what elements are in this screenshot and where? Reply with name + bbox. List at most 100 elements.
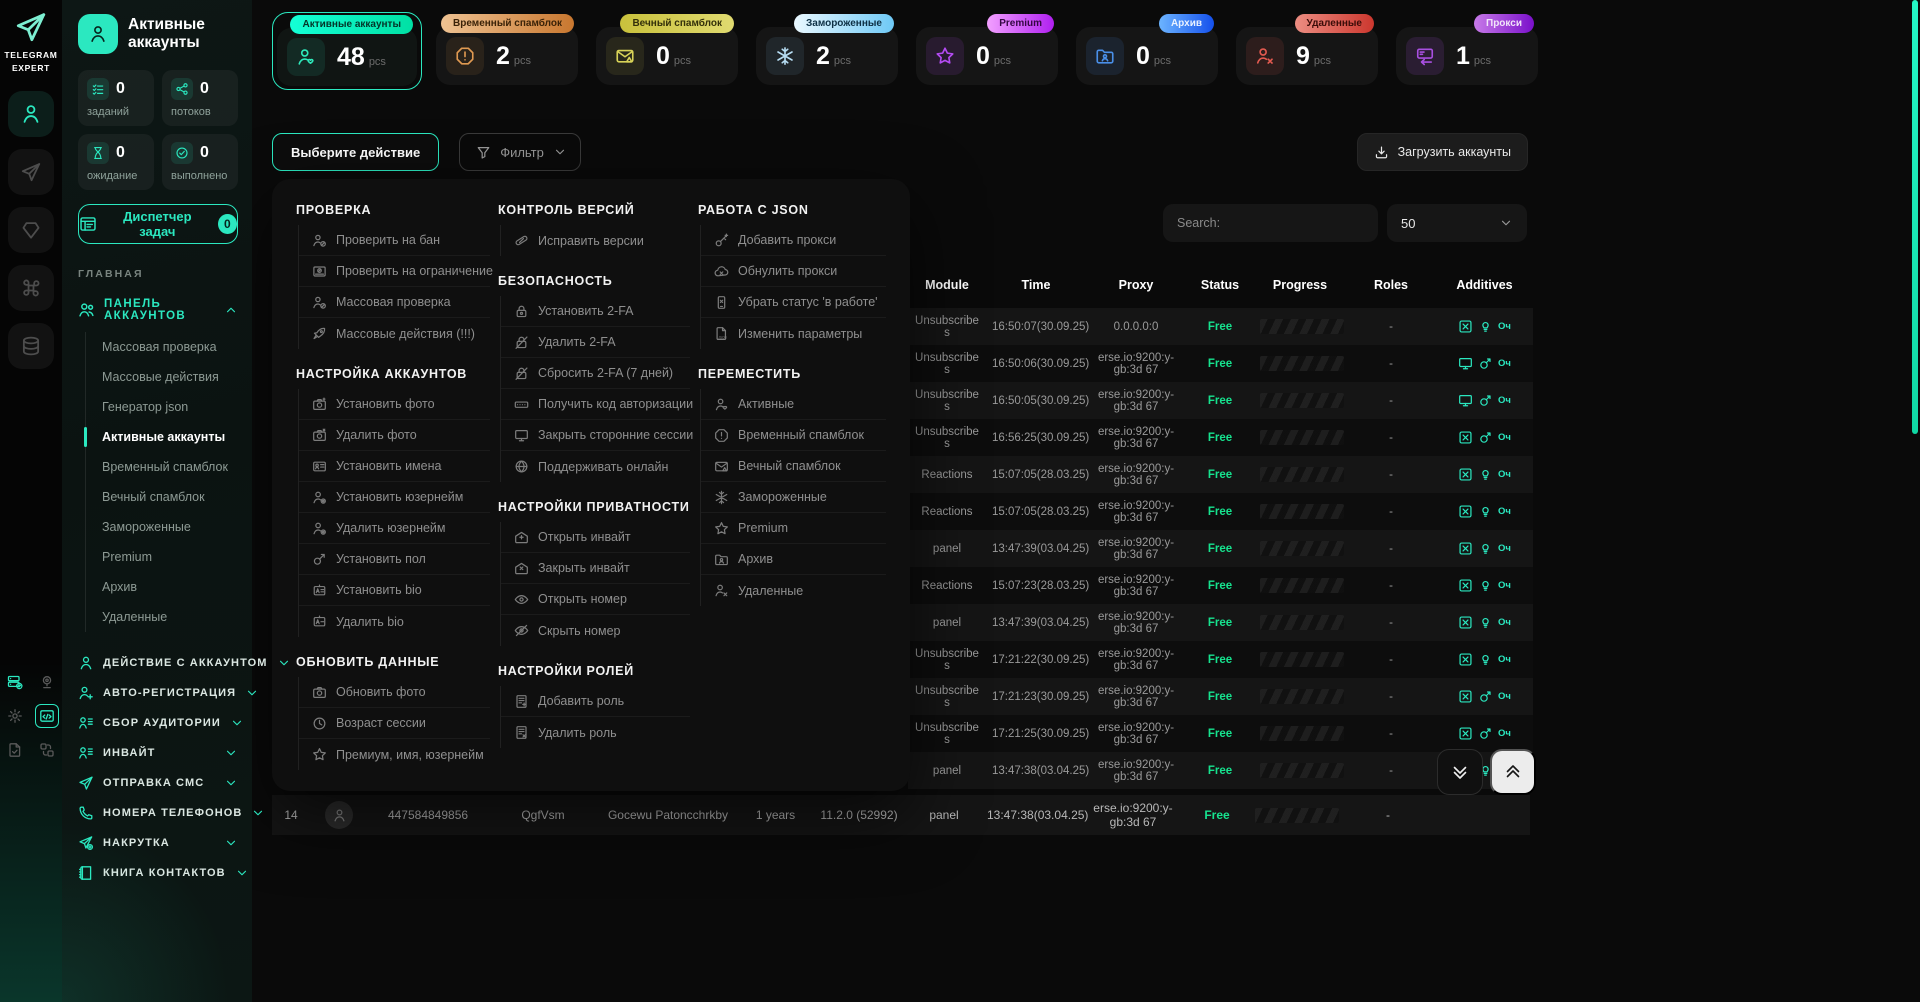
table-row[interactable]: Unsubscribes16:50:05(30.09.25)erse.io:92…	[908, 382, 1533, 419]
menu-item[interactable]: Открыть номер	[501, 584, 690, 615]
status-card-удаленные[interactable]: Удаленные9pcs	[1232, 12, 1382, 90]
off-additive[interactable]: Оч	[1498, 506, 1511, 517]
table-row[interactable]: Unsubscribes16:56:25(30.09.25)erse.io:92…	[908, 419, 1533, 456]
menu-item[interactable]: Премиум, имя, юзернейм	[299, 739, 490, 770]
bulb-icon[interactable]	[1478, 652, 1493, 667]
search-input[interactable]	[1163, 204, 1378, 242]
rail-item-send[interactable]	[8, 149, 54, 195]
x-square-icon[interactable]	[1458, 467, 1473, 482]
menu-item[interactable]: Удалить юзернейм	[299, 513, 490, 544]
off-additive[interactable]: Оч	[1498, 728, 1511, 739]
menu-item[interactable]: Массовая проверка	[299, 287, 490, 318]
bulb-icon[interactable]	[1478, 319, 1493, 334]
x-square-icon[interactable]	[1458, 652, 1473, 667]
menu-item[interactable]: Удалить фото	[299, 420, 490, 451]
menu-item[interactable]: Обновить фото	[299, 677, 490, 708]
menu-item[interactable]: Удалить 2-FA	[501, 327, 690, 358]
status-card-вечный-спамблок[interactable]: Вечный спамблок0pcs	[592, 12, 742, 90]
off-additive[interactable]: Оч	[1498, 358, 1511, 369]
menu-item[interactable]: Установить фото	[299, 389, 490, 420]
sidebar-section-отправка-смс[interactable]: ОТПРАВКА СМС	[78, 768, 238, 798]
menu-item[interactable]: Установить 2-FA	[501, 296, 690, 327]
monitor-icon[interactable]	[1458, 356, 1473, 371]
menu-item[interactable]: Проверить на бан	[299, 225, 490, 256]
menu-item[interactable]: Обнулить прокси	[701, 256, 886, 287]
menu-item[interactable]: Установить bio	[299, 575, 490, 606]
menu-item[interactable]: Активные	[701, 389, 886, 420]
bulb-icon[interactable]	[1478, 615, 1493, 630]
table-row[interactable]: Reactions15:07:05(28.03.25)erse.io:9200:…	[908, 456, 1533, 493]
table-row[interactable]: Unsubscribes16:50:06(30.09.25)erse.io:92…	[908, 345, 1533, 382]
x-square-icon[interactable]	[1458, 430, 1473, 445]
status-card-архив[interactable]: Архив0pcs	[1072, 12, 1222, 90]
x-square-icon[interactable]	[1458, 615, 1473, 630]
sidebar-subitem[interactable]: Premium	[86, 542, 238, 572]
sidebar-subitem[interactable]: Временный спамблок	[86, 452, 238, 482]
rail-item-person[interactable]	[8, 91, 54, 137]
table-row[interactable]: Unsubscribes17:21:23(30.09.25)erse.io:92…	[908, 678, 1533, 715]
table-row[interactable]: panel13:47:39(03.04.25)erse.io:9200:y-gb…	[908, 604, 1533, 641]
menu-item[interactable]: Сбросить 2-FA (7 дней)	[501, 358, 690, 389]
sidebar-subitem[interactable]: Массовая проверка	[86, 332, 238, 362]
bulb-icon[interactable]	[1478, 467, 1493, 482]
menu-item[interactable]: Получить код авторизации	[501, 389, 690, 420]
status-card-прокси[interactable]: Прокси1pcs	[1392, 12, 1542, 90]
menu-item[interactable]: Закрыть сторонние сессии	[501, 420, 690, 451]
status-card-активные-аккаунты[interactable]: Активные аккаунты48pcs	[272, 12, 422, 90]
table-row[interactable]: Unsubscribes17:21:22(30.09.25)erse.io:92…	[908, 641, 1533, 678]
rail-tool-webcam[interactable]	[35, 670, 59, 694]
off-additive[interactable]: Оч	[1498, 691, 1511, 702]
sidebar-subitem[interactable]: Замороженные	[86, 512, 238, 542]
x-square-icon[interactable]	[1458, 504, 1473, 519]
off-additive[interactable]: Оч	[1498, 395, 1511, 406]
rail-item-gem[interactable]	[8, 207, 54, 253]
menu-item[interactable]: Скрыть номер	[501, 615, 690, 646]
table-row-partial[interactable]: 14447584849856QgfVsmGocewu Patoncchrkby1…	[272, 795, 1530, 835]
menu-item[interactable]: Premium	[701, 513, 886, 544]
menu-item[interactable]: Добавить роль	[501, 686, 690, 717]
rail-item-database[interactable]	[8, 323, 54, 369]
menu-item[interactable]: Проверить на ограничение	[299, 256, 490, 287]
bulb-icon[interactable]	[1478, 578, 1493, 593]
monitor-icon[interactable]	[1458, 393, 1473, 408]
sidebar-subitem[interactable]: Удаленные	[86, 602, 238, 632]
menu-item[interactable]: Архив	[701, 544, 886, 575]
rail-tool-swap[interactable]	[35, 738, 59, 762]
male-icon[interactable]	[1478, 430, 1493, 445]
off-additive[interactable]: Оч	[1498, 321, 1511, 332]
sidebar-section-номера-телефонов[interactable]: НОМЕРА ТЕЛЕФОНОВ	[78, 798, 238, 828]
menu-item[interactable]: Закрыть инвайт	[501, 553, 690, 584]
menu-item[interactable]: Открыть инвайт	[501, 522, 690, 553]
menu-item[interactable]: Замороженные	[701, 482, 886, 513]
upload-accounts-button[interactable]: Загрузить аккаунты	[1357, 133, 1528, 171]
rail-tool-code-window[interactable]	[35, 704, 59, 728]
scroll-to-top-button[interactable]	[1490, 749, 1536, 795]
status-card-временный-спамблок[interactable]: Временный спамблок2pcs	[432, 12, 582, 90]
table-row[interactable]: Reactions15:07:05(28.03.25)erse.io:9200:…	[908, 493, 1533, 530]
rail-tool-gear[interactable]	[3, 704, 27, 728]
male-icon[interactable]	[1478, 393, 1493, 408]
x-square-icon[interactable]	[1458, 541, 1473, 556]
sidebar-section-авто-регистрация[interactable]: АВТО-РЕГИСТРАЦИЯ	[78, 678, 238, 708]
scrollbar-thumb[interactable]	[1912, 0, 1918, 434]
off-additive[interactable]: Оч	[1498, 432, 1511, 443]
scroll-to-bottom-button[interactable]	[1437, 749, 1483, 795]
sidebar-subitem[interactable]: Вечный спамблок	[86, 482, 238, 512]
page-size-select[interactable]: 50	[1387, 204, 1527, 242]
male-icon[interactable]	[1478, 726, 1493, 741]
menu-item[interactable]: Поддерживать онлайн	[501, 451, 690, 482]
bulb-icon[interactable]	[1478, 504, 1493, 519]
off-additive[interactable]: Оч	[1498, 580, 1511, 591]
status-card-premium[interactable]: Premium0pcs	[912, 12, 1062, 90]
menu-item[interactable]: Удалить роль	[501, 717, 690, 748]
table-row[interactable]: Unsubscribes16:50:07(30.09.25)0.0.0.0:0F…	[908, 308, 1533, 345]
x-square-icon[interactable]	[1458, 319, 1473, 334]
menu-item[interactable]: JSONИзменить параметры	[701, 318, 886, 349]
menu-item[interactable]: Установить имена	[299, 451, 490, 482]
menu-item[interactable]: Возраст сессии	[299, 708, 490, 739]
rail-tool-doc-check[interactable]	[3, 738, 27, 762]
sidebar-section-сбор-аудитории[interactable]: СБОР АУДИТОРИИ	[78, 708, 238, 738]
male-icon[interactable]	[1478, 689, 1493, 704]
x-square-icon[interactable]	[1458, 578, 1473, 593]
menu-item[interactable]: Массовые действия (!!!)	[299, 318, 490, 349]
